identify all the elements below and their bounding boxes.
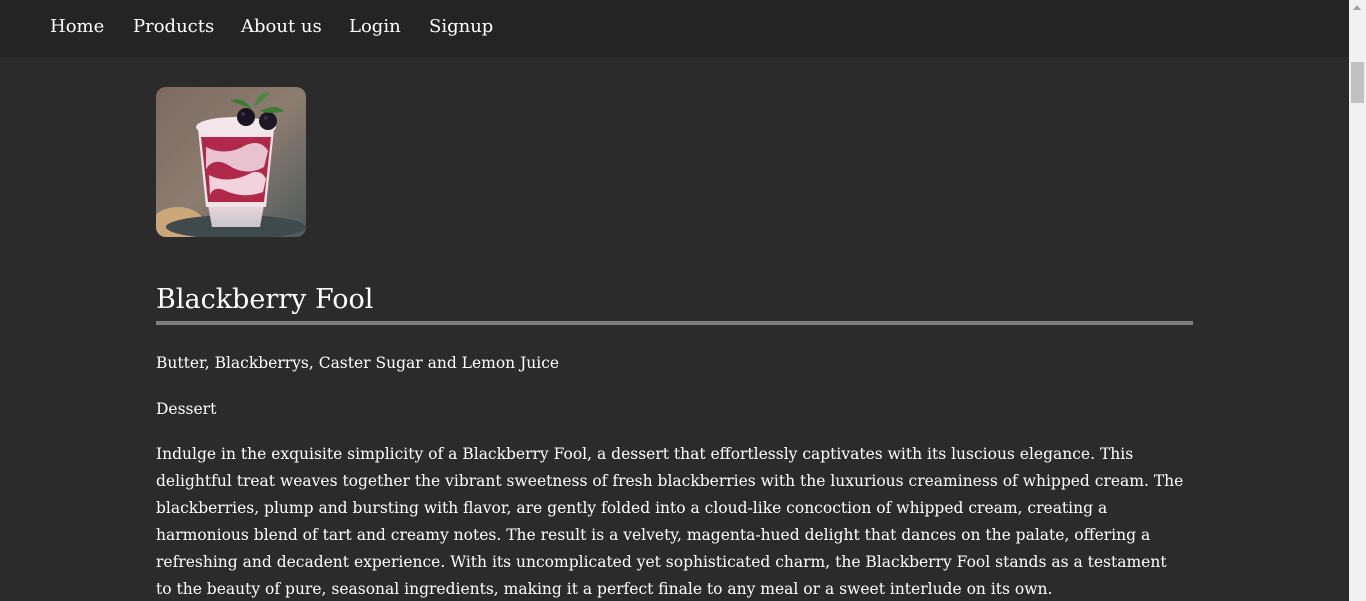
- nav-home-link[interactable]: Home: [50, 15, 104, 39]
- dessert-photo-icon: [156, 87, 306, 237]
- product-description: Indulge in the exquisite simplicity of a…: [156, 445, 1184, 598]
- vertical-scrollbar[interactable]: [1349, 0, 1366, 601]
- title-divider: [156, 321, 1193, 325]
- page: Home Products About us Login Signup Blac…: [0, 0, 1366, 601]
- nav-about-link[interactable]: About us: [241, 15, 322, 39]
- scrollbar-thumb[interactable]: [1351, 62, 1364, 103]
- top-navbar: Home Products About us Login Signup: [0, 0, 1349, 57]
- product-title: Blackberry Fool: [156, 284, 374, 315]
- nav-products-link[interactable]: Products: [133, 15, 214, 39]
- nav-signup-link[interactable]: Signup: [429, 15, 493, 39]
- product-image: [156, 87, 306, 237]
- nav-login-link[interactable]: Login: [349, 15, 401, 39]
- scroll-up-arrow-icon[interactable]: [1353, 5, 1361, 10]
- product-ingredients: Butter, Blackberrys, Caster Sugar and Le…: [156, 354, 560, 372]
- product-category: Dessert: [156, 400, 217, 418]
